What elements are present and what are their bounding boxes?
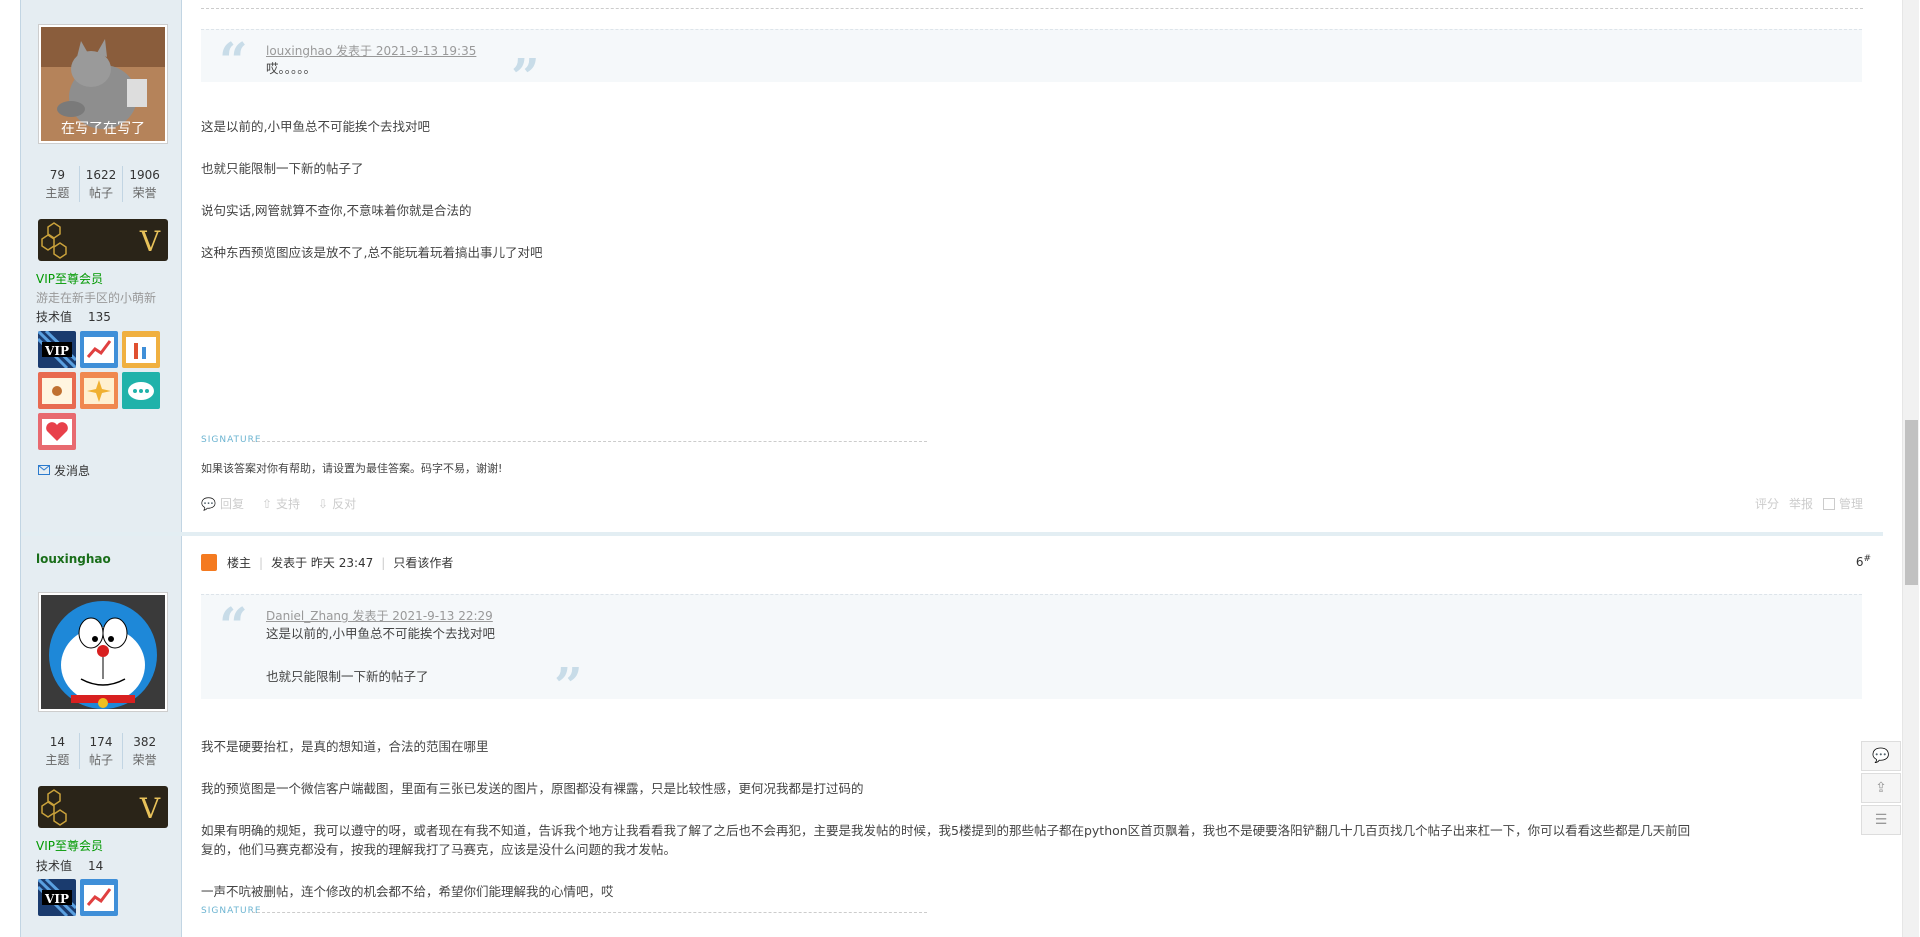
stat-topics[interactable]: 14 主题 — [36, 733, 79, 769]
stat-posts[interactable]: 1622 帖子 — [78, 166, 123, 202]
quote-block: “ louxinghao 发表于 2021-9-13 19:35 哎。。。。。 … — [201, 29, 1862, 102]
post-paragraph: 复的，他们马赛克都没有，按我的理解我打了马赛克，应该是没什么问题的我才发帖。 — [201, 842, 677, 857]
tech-value: 技术值 14 — [36, 859, 104, 873]
mail-icon — [38, 464, 50, 478]
medal-list: VIP — [38, 331, 168, 450]
signature-label: SIGNATURE — [201, 906, 262, 916]
medal-chat-icon[interactable] — [122, 372, 160, 409]
stat-posts[interactable]: 174 帖子 — [78, 733, 123, 769]
user-stats: 14 主题 174 帖子 382 荣誉 — [36, 733, 166, 769]
user-group[interactable]: VIP至尊会员 — [36, 270, 103, 287]
rate-button[interactable]: 评分 — [1755, 495, 1779, 512]
medal-chart-icon[interactable] — [80, 879, 118, 916]
thumb-down-icon: ⇩ — [318, 496, 329, 511]
scrollbar-thumb[interactable] — [1905, 420, 1918, 585]
page-scrollbar[interactable] — [1902, 0, 1919, 937]
post-paragraph: 如果有明确的规矩，我可以遵守的呀，或者现在有我不知道，告诉我个地方让我看看我了解… — [201, 823, 1691, 838]
list-icon[interactable]: ☰ — [1861, 805, 1901, 835]
post-paragraph: 我不是硬要抬杠，是真的想知道，合法的范围在哪里 — [201, 739, 489, 754]
floating-tools: 💬 ⇪ ☰ — [1861, 741, 1901, 837]
svg-text:V: V — [139, 792, 161, 825]
post-time: 发表于 昨天 23:47 — [271, 556, 374, 570]
quote-source-link[interactable]: Daniel_Zhang 发表于 2021-9-13 22:29 — [266, 607, 493, 624]
author-sidebar: louxinghao 14 主题 174 帖子 382 荣誉 V VIP至尊会员… — [21, 536, 182, 937]
post-meta: 楼主 | 发表于 昨天 23:47 | 只看该作者 — [201, 554, 453, 571]
medal-vip-icon[interactable]: VIP — [38, 879, 76, 916]
manage-checkbox[interactable]: 管理 — [1822, 495, 1863, 512]
svg-text:VIP: VIP — [44, 892, 69, 906]
cat-avatar-image: 在写了在写了 — [41, 27, 165, 141]
medal-tag-icon[interactable] — [38, 372, 76, 409]
post-content: “ louxinghao 发表于 2021-9-13 19:35 哎。。。。。 … — [182, 0, 1883, 532]
only-author-link[interactable]: 只看该作者 — [393, 554, 453, 571]
post-paragraph: 这种东西预览图应该是放不了,总不能玩着玩着搞出事儿了对吧 — [201, 245, 543, 260]
open-quote-icon: “ — [219, 596, 248, 655]
post-paragraph: 说句实话,网管就算不查你,不意味着你就是合法的 — [201, 203, 472, 218]
divider — [201, 8, 1863, 9]
reply-icon: 💬 — [201, 496, 216, 511]
signature-text: 如果该答案对你有帮助，请设置为最佳答案。码字不易，谢谢! — [201, 462, 503, 475]
post-paragraph: 也就只能限制一下新的帖子了 — [201, 161, 364, 176]
floor-number[interactable]: 6# — [1856, 554, 1871, 569]
back-to-top-icon[interactable]: ⇪ — [1861, 773, 1901, 803]
doraemon-avatar-image — [41, 595, 165, 709]
user-group[interactable]: VIP至尊会员 — [36, 837, 103, 854]
medal-heart-icon[interactable] — [38, 413, 76, 450]
author-name-link[interactable]: louxinghao — [36, 552, 111, 566]
avatar[interactable] — [38, 592, 168, 712]
close-quote-icon: ” — [554, 656, 583, 715]
oppose-button[interactable]: ⇩ 反对 — [318, 495, 356, 512]
svg-text:VIP: VIP — [44, 344, 69, 358]
post-paragraph: 这是以前的,小甲鱼总不可能挨个去找对吧 — [201, 119, 430, 134]
vip-banner: V — [38, 786, 168, 828]
user-stats: 79 主题 1622 帖子 1906 荣誉 — [36, 166, 166, 202]
quote-block: “ Daniel_Zhang 发表于 2021-9-13 22:29 这是以前的… — [201, 594, 1862, 711]
report-button[interactable]: 举报 — [1789, 495, 1813, 512]
medal-star-icon[interactable] — [80, 372, 118, 409]
thumb-up-icon: ⇧ — [261, 496, 273, 511]
avatar-caption: 在写了在写了 — [61, 121, 145, 137]
role-label: 楼主 — [227, 556, 252, 570]
medal-list: VIP — [38, 879, 168, 916]
thread-starter-icon — [201, 554, 217, 571]
signature-divider — [252, 441, 927, 442]
quote-source-link[interactable]: louxinghao 发表于 2021-9-13 19:35 — [266, 42, 476, 59]
post-actions: 💬 回复 ⇧ 支持 ⇩ 反对 评分 举报 管理 — [201, 495, 1863, 517]
medal-vip-icon[interactable]: VIP — [38, 331, 76, 368]
reply-button[interactable]: 💬 回复 — [201, 495, 244, 512]
post: louxinghao 14 主题 174 帖子 382 荣誉 V VIP至尊会员… — [21, 532, 1883, 937]
post-paragraph: 一声不吭被删帖，连个修改的机会都不给，希望你们能理解我的心情吧，哎 — [201, 884, 614, 899]
quick-reply-icon[interactable]: 💬 — [1861, 741, 1901, 771]
vip-banner: V — [38, 219, 168, 261]
close-quote-icon: ” — [511, 47, 540, 106]
signature-label: SIGNATURE — [201, 435, 262, 445]
support-button[interactable]: ⇧ 支持 — [262, 495, 300, 512]
stat-honor[interactable]: 382 荣誉 — [122, 733, 166, 769]
signature-divider — [252, 912, 927, 913]
user-motto: 游走在新手区的小萌新 — [36, 291, 157, 305]
stat-topics[interactable]: 79 主题 — [36, 166, 79, 202]
avatar[interactable]: 在写了在写了 — [38, 24, 168, 144]
author-sidebar: 在写了在写了 79 主题 1622 帖子 1906 荣誉 V VIP至尊会员 游走在新… — [21, 0, 182, 532]
post: 在写了在写了 79 主题 1622 帖子 1906 荣誉 V VIP至尊会员 游走在新… — [21, 0, 1883, 532]
quote-text: 也就只能限制一下新的帖子了 — [266, 669, 429, 684]
tech-value: 技术值 135 — [36, 310, 111, 324]
medal-chart-icon[interactable] — [80, 331, 118, 368]
quote-text: 这是以前的,小甲鱼总不可能挨个去找对吧 — [266, 626, 495, 641]
svg-text:V: V — [139, 225, 161, 258]
post-paragraph: 我的预览图是一个微信客户端截图，里面有三张已发送的图片，原图都没有裸露，只是比较… — [201, 781, 864, 796]
quote-text: 哎。。。。。 — [266, 61, 317, 76]
post-content: 楼主 | 发表于 昨天 23:47 | 只看该作者 6# “ Daniel_Zh… — [182, 536, 1883, 937]
medal-rank-icon[interactable] — [122, 331, 160, 368]
thread-page: 在写了在写了 79 主题 1622 帖子 1906 荣誉 V VIP至尊会员 游走在新… — [20, 0, 1883, 937]
stat-honor[interactable]: 1906 荣誉 — [122, 166, 166, 202]
send-message-button[interactable]: 发消息 — [38, 462, 90, 479]
open-quote-icon: “ — [219, 31, 248, 90]
